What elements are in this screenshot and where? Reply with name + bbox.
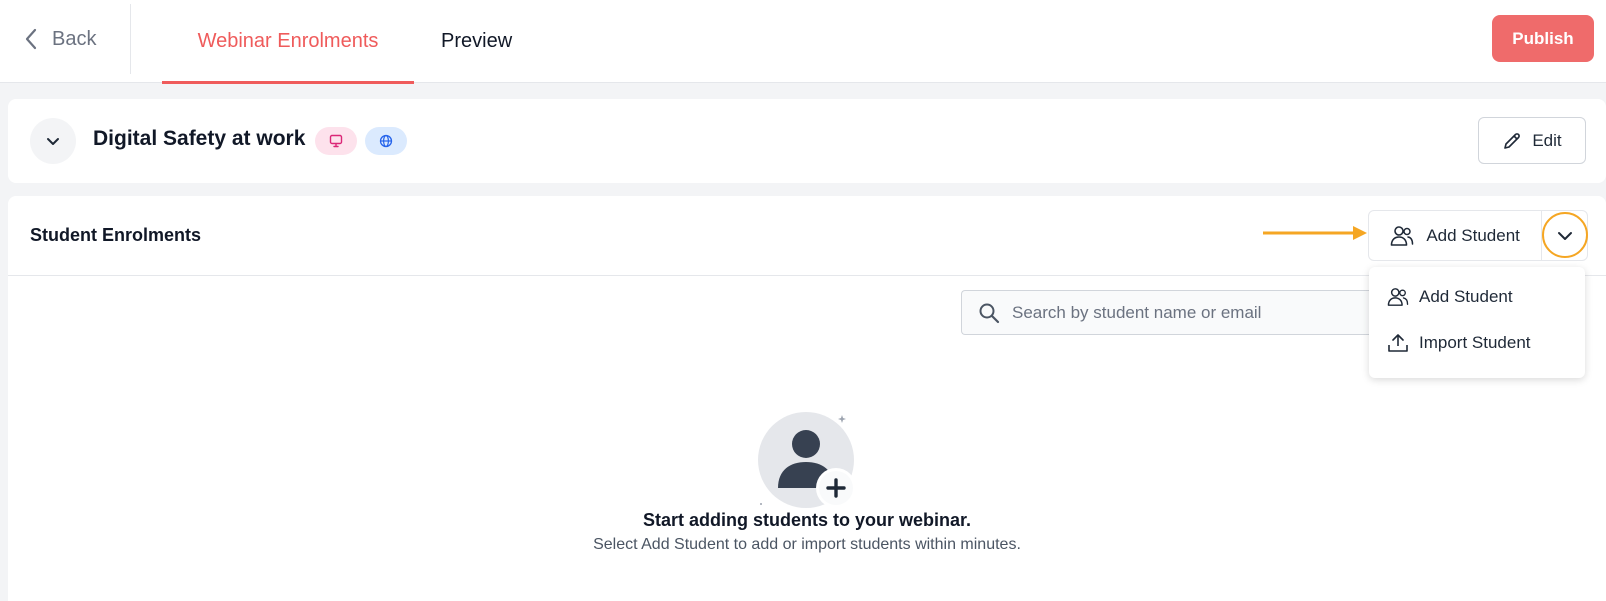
- pencil-icon: [1502, 131, 1522, 151]
- add-user-illustration: [758, 412, 858, 512]
- add-student-menu: Add Student Import Student: [1369, 267, 1585, 378]
- search-input[interactable]: [1012, 302, 1372, 323]
- menu-item-add-student[interactable]: Add Student: [1387, 280, 1577, 314]
- add-student-dropdown-toggle[interactable]: [1542, 211, 1589, 260]
- publish-button[interactable]: Publish: [1492, 15, 1594, 62]
- add-student-split-button: Add Student: [1368, 210, 1589, 261]
- edit-label: Edit: [1532, 130, 1562, 150]
- collapse-button[interactable]: [30, 118, 76, 164]
- search-icon: [978, 302, 1000, 324]
- course-title: Digital Safety at work: [93, 127, 306, 150]
- monitor-icon: [329, 134, 343, 148]
- back-button[interactable]: Back: [24, 22, 96, 56]
- empty-state-title: Start adding students to your webinar.: [642, 510, 972, 530]
- language-badge: [365, 127, 407, 155]
- menu-item-import-student[interactable]: Import Student: [1387, 326, 1577, 360]
- student-search: [961, 290, 1381, 335]
- upload-icon: [1387, 333, 1409, 353]
- annotation-highlight-circle: [1542, 212, 1589, 258]
- add-student-button[interactable]: Add Student: [1369, 211, 1543, 260]
- tab-label: Webinar Enrolments: [197, 30, 379, 52]
- edit-button[interactable]: Edit: [1478, 117, 1586, 164]
- tab-label: Preview: [441, 30, 513, 52]
- menu-item-label: Add Student: [1419, 287, 1513, 306]
- add-student-label: Add Student: [1426, 225, 1520, 245]
- webinar-type-badge: [315, 127, 357, 155]
- tab-preview[interactable]: Preview: [441, 0, 512, 83]
- users-icon: [1390, 225, 1414, 247]
- annotation-arrow-icon: [1263, 225, 1369, 241]
- enrolments-header: Student Enrolments Add Student: [8, 196, 1606, 276]
- chevron-down-icon: [46, 137, 60, 146]
- top-bar: Back Webinar Enrolments Preview Publish: [0, 0, 1606, 84]
- empty-state-subtitle: Select Add Student to add or import stud…: [593, 536, 1021, 553]
- back-label: Back: [52, 27, 97, 50]
- header-divider: [130, 4, 131, 74]
- menu-item-label: Import Student: [1419, 333, 1531, 352]
- enrolments-title: Student Enrolments: [30, 225, 202, 245]
- globe-icon: [379, 134, 393, 148]
- users-icon: [1387, 287, 1409, 307]
- chevron-left-icon: [24, 28, 38, 50]
- student-enrolments-panel: Student Enrolments Add Student Search by…: [8, 196, 1606, 601]
- tab-webinar-enrolments[interactable]: Webinar Enrolments: [162, 0, 414, 84]
- course-card: Digital Safety at work Edit: [8, 99, 1606, 183]
